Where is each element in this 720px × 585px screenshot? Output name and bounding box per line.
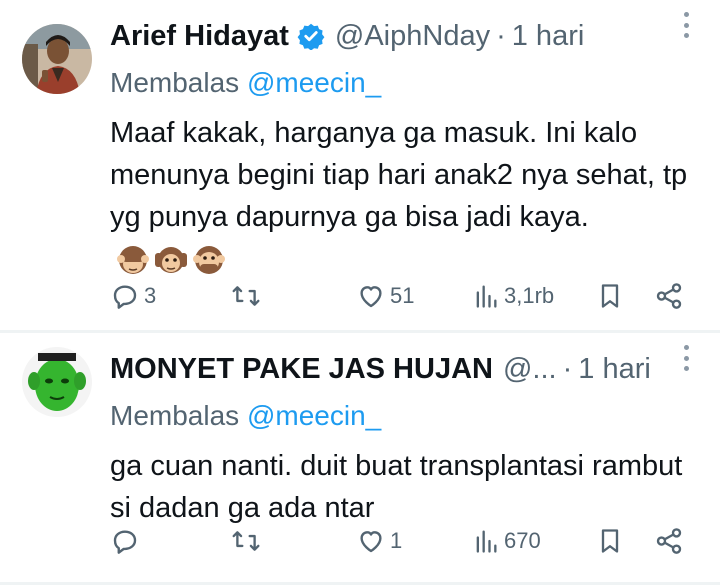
tweet-text: ga cuan nanti. duit buat transplantasi r… — [110, 445, 700, 529]
see-no-evil-monkey-icon — [117, 246, 149, 275]
timestamp[interactable]: 1 hari — [512, 20, 585, 53]
tweet-text-content: Maaf kakak, harganya ga masuk. Ini kalo … — [110, 117, 688, 233]
verified-badge-icon — [297, 22, 325, 50]
share-button[interactable] — [654, 526, 684, 556]
like-button[interactable]: 51 — [356, 281, 414, 311]
reply-button[interactable]: 3 — [110, 281, 156, 311]
reply-context: Membalas @meecin_ — [110, 397, 706, 435]
share-icon — [656, 283, 682, 309]
like-button[interactable]: 1 — [356, 526, 402, 556]
action-bar: 1 670 — [110, 521, 700, 561]
bookmark-button[interactable] — [596, 281, 624, 311]
more-options-icon[interactable] — [676, 345, 696, 371]
emoji-group — [116, 243, 226, 277]
hear-no-evil-monkey-icon — [155, 247, 187, 274]
separator-dot: · — [562, 352, 573, 385]
retweet-icon — [232, 531, 260, 551]
share-button[interactable] — [654, 281, 684, 311]
like-count: 51 — [390, 283, 415, 308]
reply-icon — [113, 285, 137, 309]
bookmark-icon — [601, 529, 619, 553]
tweet[interactable]: MONYET PAKE JAS HUJAN @... · 1 hari Memb… — [0, 333, 720, 585]
retweet-button[interactable] — [230, 526, 266, 556]
author-handle[interactable]: @... — [503, 353, 557, 386]
retweet-button[interactable] — [230, 281, 266, 311]
view-count: 670 — [504, 528, 541, 553]
reply-button[interactable] — [110, 526, 144, 556]
action-bar: 3 51 3,1rb — [110, 276, 700, 316]
bookmark-icon — [601, 284, 619, 308]
views-chart-icon — [476, 285, 497, 308]
reply-context: Membalas @meecin_ — [110, 64, 706, 102]
tweet-body: Arief Hidayat @AiphNday · 1 hari Membala… — [110, 14, 706, 280]
man-portrait-icon — [22, 24, 92, 94]
heart-icon — [360, 531, 382, 553]
avatar[interactable] — [22, 24, 92, 94]
author-name[interactable]: Arief Hidayat — [110, 20, 289, 53]
tweet-text: Maaf kakak, harganya ga masuk. Ini kalo … — [110, 112, 700, 280]
tweet-header: Arief Hidayat @AiphNday · 1 hari — [110, 14, 706, 58]
tweet-body: MONYET PAKE JAS HUJAN @... · 1 hari Memb… — [110, 347, 706, 529]
reply-mention-link[interactable]: @meecin_ — [247, 67, 381, 98]
speak-no-evil-monkey-icon — [193, 246, 225, 275]
share-icon — [656, 528, 682, 554]
retweet-icon — [232, 286, 260, 306]
views-chart-icon — [476, 530, 497, 553]
bookmark-button[interactable] — [596, 526, 624, 556]
avatar[interactable] — [22, 347, 92, 417]
reply-icon — [113, 530, 137, 554]
author-handle[interactable]: @AiphNday — [335, 20, 490, 53]
heart-icon — [360, 286, 382, 308]
timestamp[interactable]: 1 hari — [578, 353, 651, 386]
tweet-header: MONYET PAKE JAS HUJAN @... · 1 hari — [110, 347, 706, 391]
reply-mention-link[interactable]: @meecin_ — [247, 400, 381, 431]
reply-prefix: Membalas — [110, 400, 240, 431]
tweet-text-content: ga cuan nanti. duit buat transplantasi r… — [110, 450, 683, 524]
reply-count: 3 — [144, 283, 157, 308]
separator-dot: · — [496, 19, 506, 52]
green-face-icon — [22, 347, 92, 417]
reply-prefix: Membalas — [110, 67, 240, 98]
views-button[interactable]: 670 — [472, 526, 541, 556]
views-button[interactable]: 3,1rb — [472, 281, 554, 311]
tweet[interactable]: Arief Hidayat @AiphNday · 1 hari Membala… — [0, 0, 720, 330]
author-name[interactable]: MONYET PAKE JAS HUJAN — [110, 353, 493, 386]
more-options-icon[interactable] — [676, 12, 696, 38]
like-count: 1 — [390, 528, 403, 553]
view-count: 3,1rb — [504, 283, 555, 308]
